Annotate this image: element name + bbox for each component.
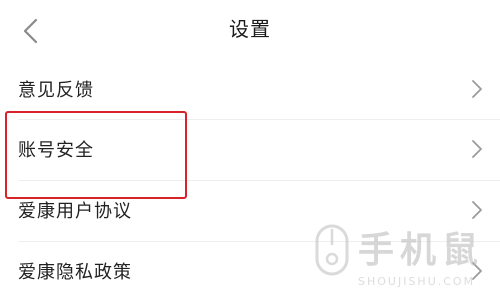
- header-bar: 设置: [0, 0, 500, 60]
- settings-item-feedback[interactable]: 意见反馈: [0, 60, 500, 118]
- chevron-right-icon: [470, 199, 484, 221]
- settings-item-label: 意见反馈: [18, 80, 94, 101]
- chevron-right-icon: [470, 260, 484, 282]
- settings-item-label: 账号安全: [18, 140, 94, 161]
- settings-item-label: 爱康隐私政策: [18, 262, 132, 283]
- settings-item-user-agreement[interactable]: 爱康用户协议: [0, 181, 500, 239]
- page-title: 设置: [229, 17, 271, 41]
- chevron-right-icon: [470, 78, 484, 100]
- settings-item-label: 爱康用户协议: [18, 201, 132, 222]
- settings-item-privacy-policy[interactable]: 爱康隐私政策: [0, 242, 500, 300]
- settings-item-account-security[interactable]: 账号安全: [0, 120, 500, 178]
- chevron-right-icon: [470, 138, 484, 160]
